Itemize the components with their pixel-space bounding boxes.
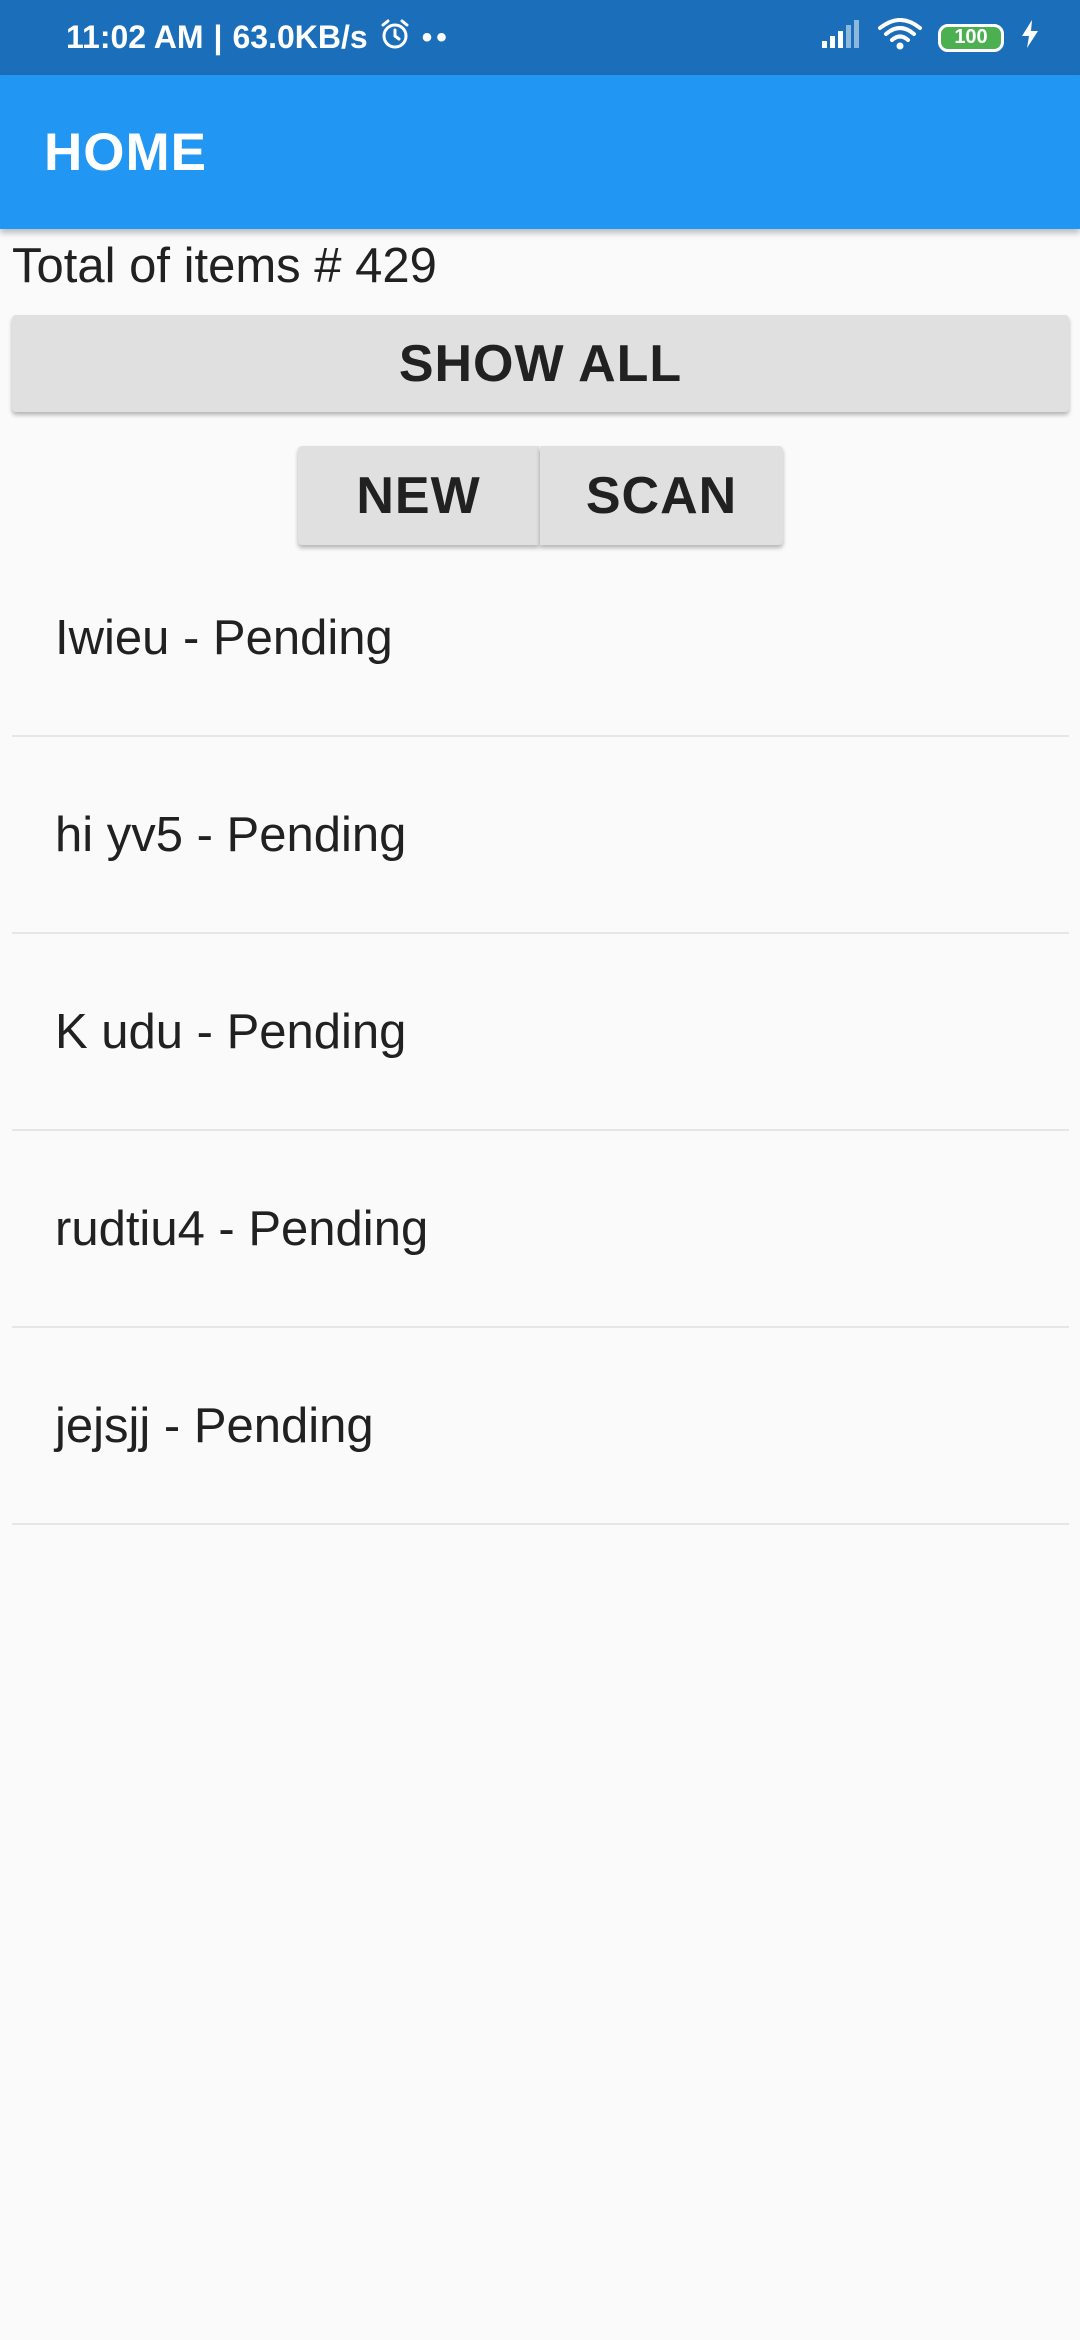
charging-icon (1020, 19, 1040, 57)
new-button[interactable]: NEW (298, 446, 539, 545)
battery-icon: 100 (938, 23, 1004, 52)
show-all-button[interactable]: SHOW ALL (12, 315, 1069, 412)
list-item[interactable]: jejsjj - Pending (12, 1328, 1069, 1525)
network-speed: 63.0KB/s (232, 19, 368, 55)
wifi-icon (878, 17, 922, 58)
app-bar: HOME (0, 75, 1080, 229)
list-item[interactable]: K udu - Pending (12, 934, 1069, 1131)
status-right: 100 (820, 17, 1040, 58)
status-separator: | (213, 19, 223, 55)
alarm-icon (378, 17, 412, 59)
total-items-label: Total of items # 429 (12, 239, 437, 293)
scan-button[interactable]: SCAN (540, 446, 783, 545)
page-title: HOME (44, 122, 207, 182)
status-left: 11:02 AM | 63.0KB/s •• (66, 17, 820, 59)
signal-icon (820, 19, 862, 57)
status-bar: 11:02 AM | 63.0KB/s •• 100 (0, 0, 1080, 75)
more-notifications-dots: •• (421, 20, 451, 54)
list-item[interactable]: hi yv5 - Pending (12, 737, 1069, 934)
list-item[interactable]: Iwieu - Pending (12, 540, 1069, 737)
items-list: Iwieu - Pending hi yv5 - Pending K udu -… (12, 540, 1069, 1525)
list-item[interactable]: rudtiu4 - Pending (12, 1131, 1069, 1328)
status-time: 11:02 AM (66, 19, 204, 55)
